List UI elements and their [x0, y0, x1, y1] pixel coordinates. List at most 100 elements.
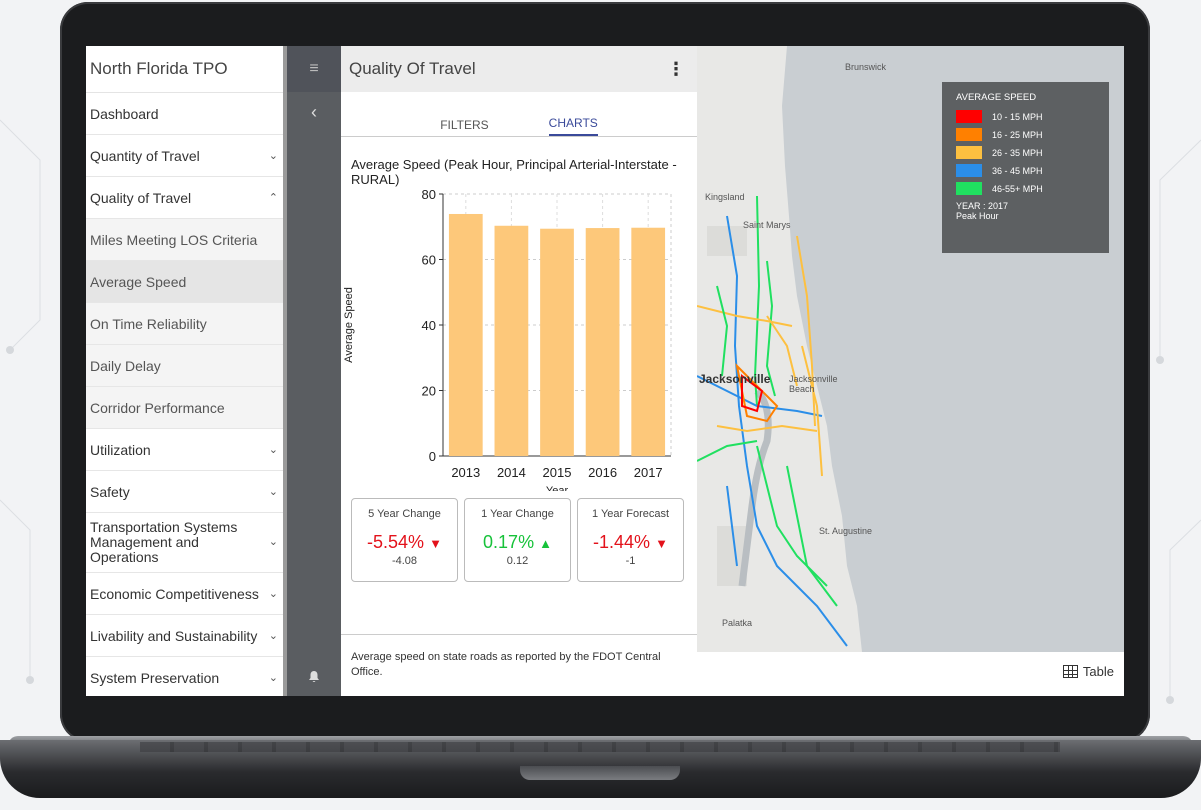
place-st-augustine: St. Augustine — [819, 526, 873, 536]
x-tick-label: 2013 — [451, 465, 480, 480]
sidebar-item-label: Transportation Systems Management and Op… — [90, 519, 238, 565]
icon-rail: ≡ ‹ — [287, 46, 341, 696]
sidebar-item-label: Livability and Sustainability — [90, 627, 258, 644]
map-footer: Table — [697, 652, 1124, 696]
sidebar-item-label: Quantity of Travel — [90, 147, 200, 164]
sidebar-item[interactable]: Miles Meeting LOS Criteria — [86, 219, 286, 261]
legend-row: 46-55+ MPH — [956, 182, 1109, 195]
panel-header: Quality Of Travel ⋮ — [341, 46, 697, 92]
card-value-row: 0.17% ▲ — [465, 532, 570, 553]
tab-charts[interactable]: CHARTS — [548, 116, 598, 136]
legend-label: 16 - 25 MPH — [992, 129, 1043, 140]
card-value-row: -5.54% ▼ — [352, 532, 457, 553]
panel-tabs: FILTERS CHARTS — [341, 92, 697, 137]
sidebar-item[interactable]: System Preservation ⌄ — [86, 657, 286, 696]
sidebar-item[interactable]: Transportation Systems Management and Op… — [86, 513, 286, 573]
legend-label: 26 - 35 MPH — [992, 147, 1043, 158]
sidebar-item-label: System Preservation — [90, 669, 220, 686]
sidebar-item-label: Average Speed — [90, 273, 187, 290]
chevron-down-icon[interactable]: ⌄ — [269, 149, 278, 162]
sidebar-item-label: Safety — [90, 483, 130, 500]
card-subvalue: -1 — [625, 555, 636, 567]
content-panel: Quality Of Travel ⋮ FILTERS CHARTS Avera… — [341, 46, 697, 696]
bar — [448, 213, 483, 456]
legend-swatch — [956, 146, 982, 159]
chevron-down-icon[interactable]: ⌄ — [269, 587, 278, 600]
sidebar-item[interactable]: On Time Reliability — [86, 303, 286, 345]
y-tick-label: 60 — [422, 253, 436, 268]
chart-description: Average speed on state roads as reported… — [341, 634, 697, 680]
table-grid-icon — [1062, 665, 1078, 678]
place-brunswick: Brunswick — [845, 62, 887, 72]
bar — [585, 228, 620, 456]
sidebar-item[interactable]: Safety ⌄ — [86, 471, 286, 513]
bar — [494, 225, 529, 456]
sidebar-item-label: Utilization — [90, 441, 151, 458]
panel-title: Quality Of Travel — [349, 59, 476, 78]
card-value: -5.54% — [367, 532, 425, 552]
chevron-down-icon[interactable]: ⌄ — [269, 629, 278, 642]
sidebar-item[interactable]: Daily Delay — [86, 345, 286, 387]
change-cards: 5 Year Change -5.54% ▼ -4.08 1 Year Change 0… — [351, 498, 684, 582]
average-speed-bar-chart: 0 20 40 60 80 2013 2014 2015 2016 2017 Year Average… — [343, 187, 672, 491]
laptop-keyboard — [140, 742, 1060, 752]
place-saint-marys: Saint Marys — [743, 220, 791, 230]
change-card: 1 Year Change 0.17% ▲ 0.12 — [464, 498, 571, 582]
menu-icon[interactable]: ≡ — [287, 46, 341, 92]
place-jacksonville: Jacksonville — [699, 372, 771, 386]
map-view[interactable]: Brunswick Kingsland Saint Marys Jacksonv… — [697, 46, 1124, 652]
legend-row: 26 - 35 MPH — [956, 146, 1109, 159]
x-tick-label: 2017 — [634, 465, 663, 480]
chevron-down-icon[interactable]: ⌄ — [269, 535, 278, 550]
sidebar-item-label: Corridor Performance — [90, 399, 225, 416]
x-tick-label: 2016 — [588, 465, 617, 480]
sidebar-item[interactable]: Quantity of Travel ⌄ — [86, 135, 286, 177]
card-value-row: -1.44% ▼ — [578, 532, 683, 553]
card-label: 1 Year Forecast — [591, 508, 670, 520]
place-kingsland: Kingsland — [705, 192, 745, 202]
legend-label: 36 - 45 MPH — [992, 165, 1043, 176]
x-axis-label: Year — [546, 485, 569, 491]
legend-label: 10 - 15 MPH — [992, 111, 1043, 122]
card-value: -1.44% — [593, 532, 651, 552]
tab-filters[interactable]: FILTERS — [440, 118, 488, 136]
legend-row: 10 - 15 MPH — [956, 110, 1109, 123]
y-tick-label: 20 — [422, 384, 436, 399]
sidebar: North Florida TPO Dashboard Quantity of T… — [86, 46, 286, 696]
sidebar-item-label: Economic Competitiveness — [90, 585, 259, 602]
bell-icon[interactable] — [287, 670, 341, 686]
sidebar-item-label: On Time Reliability — [90, 315, 207, 332]
bar — [540, 228, 574, 456]
sidebar-item[interactable]: Utilization ⌄ — [86, 429, 286, 471]
sidebar-item[interactable]: Economic Competitiveness ⌄ — [86, 573, 286, 615]
sidebar-nav: Dashboard Quantity of Travel ⌄ Quality of T… — [86, 93, 286, 696]
sidebar-item[interactable]: Dashboard — [86, 93, 286, 135]
chevron-down-icon[interactable]: ⌄ — [269, 671, 278, 684]
card-label: 5 Year Change — [368, 508, 441, 520]
sidebar-item-label: Miles Meeting LOS Criteria — [90, 231, 258, 248]
table-button[interactable]: Table — [1062, 664, 1114, 679]
sidebar-item[interactable]: Livability and Sustainability ⌄ — [86, 615, 286, 657]
sidebar-item[interactable]: Quality of Travel ⌃ — [86, 177, 286, 219]
chevron-up-icon[interactable]: ⌃ — [269, 191, 278, 204]
y-axis-label: Average Speed — [343, 287, 355, 363]
card-subvalue: 0.12 — [506, 555, 529, 567]
bar — [631, 227, 666, 456]
collapse-chevron-left-icon[interactable]: ‹ — [287, 92, 341, 132]
chart-title: Average Speed (Peak Hour, Principal Arte… — [351, 157, 677, 187]
place-palatka: Palatka — [722, 618, 753, 628]
x-tick-label: 2014 — [497, 465, 526, 480]
more-options-icon[interactable]: ⋮ — [667, 59, 685, 80]
legend-year: YEAR : 2017 — [956, 201, 1009, 211]
sidebar-item[interactable]: Corridor Performance — [86, 387, 286, 429]
arrow-down-icon: ▼ — [429, 536, 442, 551]
chevron-down-icon[interactable]: ⌄ — [269, 485, 278, 498]
legend-swatch — [956, 128, 982, 141]
card-subvalue: -4.08 — [391, 555, 418, 567]
sidebar-item[interactable]: Average Speed — [86, 261, 286, 303]
arrow-down-icon: ▼ — [655, 536, 668, 551]
app-screen: North Florida TPO Dashboard Quantity of T… — [86, 46, 1124, 696]
chevron-down-icon[interactable]: ⌄ — [269, 443, 278, 456]
legend-swatch — [956, 182, 982, 195]
change-card: 5 Year Change -5.54% ▼ -4.08 — [351, 498, 458, 582]
